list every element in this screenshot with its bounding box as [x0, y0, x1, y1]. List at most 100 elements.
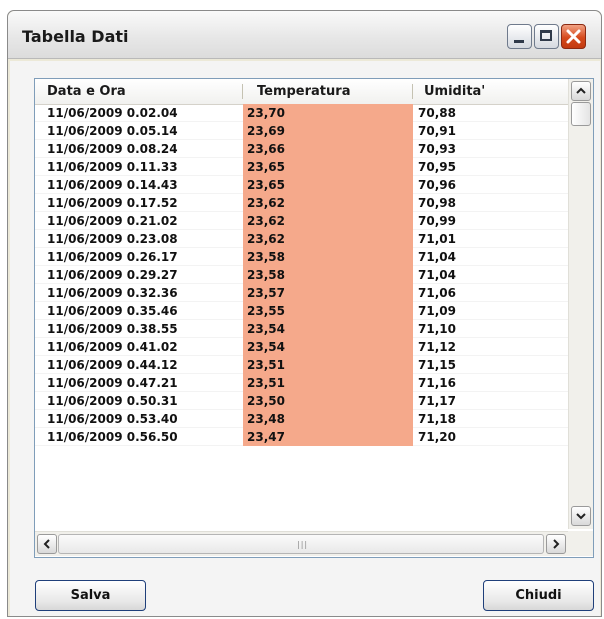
cell-data-ora: 11/06/2009 0.05.14 [47, 124, 178, 138]
cell-umidita: 71,10 [418, 322, 456, 336]
table-row[interactable]: 11/06/2009 0.41.02 23,54 71,12 [35, 338, 568, 356]
minimize-icon [514, 40, 524, 43]
cell-temperatura: 23,58 [243, 266, 413, 284]
cell-data-ora: 11/06/2009 0.50.31 [47, 394, 178, 408]
horizontal-scrollbar[interactable]: ||| [35, 531, 568, 556]
cell-data-ora: 11/06/2009 0.35.46 [47, 304, 178, 318]
table-body: 11/06/2009 0.02.04 23,70 70,88 11/06/2009 0… [35, 104, 568, 446]
cell-data-ora: 11/06/2009 0.14.43 [47, 178, 178, 192]
cell-temperatura: 23,48 [243, 410, 413, 428]
cell-data-ora: 11/06/2009 0.41.02 [47, 340, 178, 354]
table-row[interactable]: 11/06/2009 0.11.33 23,65 70,95 [35, 158, 568, 176]
table-row[interactable]: 11/06/2009 0.44.12 23,51 71,15 [35, 356, 568, 374]
cell-umidita: 71,06 [418, 286, 456, 300]
table-row[interactable]: 11/06/2009 0.32.36 23,57 71,06 [35, 284, 568, 302]
table-row[interactable]: 11/06/2009 0.21.02 23,62 70,99 [35, 212, 568, 230]
scroll-left-button[interactable] [37, 534, 57, 554]
cell-umidita: 71,01 [418, 232, 456, 246]
cell-temperatura: 23,62 [243, 194, 413, 212]
cell-data-ora: 11/06/2009 0.23.08 [47, 232, 178, 246]
cell-umidita: 71,20 [418, 430, 456, 444]
scrollbar-corner [568, 531, 593, 556]
table-row[interactable]: 11/06/2009 0.05.14 23,69 70,91 [35, 122, 568, 140]
grip-icon: ||| [297, 540, 309, 549]
chevron-right-icon [553, 539, 560, 549]
cell-data-ora: 11/06/2009 0.11.33 [47, 160, 178, 174]
cell-temperatura: 23,62 [243, 212, 413, 230]
minimize-button[interactable] [507, 24, 532, 49]
cell-temperatura: 23,55 [243, 302, 413, 320]
cell-temperatura: 23,54 [243, 338, 413, 356]
cell-temperatura: 23,58 [243, 248, 413, 266]
table-row[interactable]: 11/06/2009 0.35.46 23,55 71,09 [35, 302, 568, 320]
cell-umidita: 70,98 [418, 196, 456, 210]
cell-data-ora: 11/06/2009 0.53.40 [47, 412, 178, 426]
cell-data-ora: 11/06/2009 0.44.12 [47, 358, 178, 372]
cell-umidita: 70,91 [418, 124, 456, 138]
cell-temperatura: 23,51 [243, 356, 413, 374]
cell-temperatura: 23,47 [243, 428, 413, 446]
scroll-down-button[interactable] [571, 506, 591, 526]
chevron-up-icon [576, 87, 586, 94]
cell-umidita: 71,04 [418, 268, 456, 282]
cell-umidita: 70,96 [418, 178, 456, 192]
cell-temperatura: 23,65 [243, 158, 413, 176]
title-bar[interactable]: Tabella Dati [8, 11, 601, 59]
table-row[interactable]: 11/06/2009 0.26.17 23,58 71,04 [35, 248, 568, 266]
horizontal-scroll-thumb[interactable]: ||| [58, 534, 544, 554]
vertical-scroll-thumb[interactable] [571, 102, 591, 126]
cell-umidita: 71,17 [418, 394, 456, 408]
table-row[interactable]: 11/06/2009 0.47.21 23,51 71,16 [35, 374, 568, 392]
cell-data-ora: 11/06/2009 0.32.36 [47, 286, 178, 300]
data-table: Data e Ora Temperatura Umidita' 11/06/20… [34, 78, 594, 558]
maximize-icon [540, 30, 552, 41]
cell-temperatura: 23,50 [243, 392, 413, 410]
tabella-dati-window: Tabella Dati Data e Ora Temperatura Umid… [7, 10, 602, 617]
cell-umidita: 71,18 [418, 412, 456, 426]
column-header-data-ora[interactable]: Data e Ora [35, 79, 243, 104]
cell-data-ora: 11/06/2009 0.17.52 [47, 196, 178, 210]
close-window-button[interactable] [561, 24, 586, 49]
table-row[interactable]: 11/06/2009 0.23.08 23,62 71,01 [35, 230, 568, 248]
cell-umidita: 71,09 [418, 304, 456, 318]
vertical-scrollbar[interactable] [568, 79, 593, 529]
cell-data-ora: 11/06/2009 0.08.24 [47, 142, 178, 156]
close-button[interactable]: Chiudi [483, 580, 594, 611]
cell-data-ora: 11/06/2009 0.47.21 [47, 376, 178, 390]
cell-temperatura: 23,57 [243, 284, 413, 302]
cell-data-ora: 11/06/2009 0.21.02 [47, 214, 178, 228]
close-icon [566, 29, 581, 44]
cell-temperatura: 23,69 [243, 122, 413, 140]
cell-data-ora: 11/06/2009 0.02.04 [47, 106, 178, 120]
cell-temperatura: 23,66 [243, 140, 413, 158]
table-row[interactable]: 11/06/2009 0.50.31 23,50 71,17 [35, 392, 568, 410]
column-header-umidita[interactable]: Umidita' [413, 79, 568, 104]
cell-umidita: 71,15 [418, 358, 456, 372]
cell-umidita: 70,88 [418, 106, 456, 120]
table-row[interactable]: 11/06/2009 0.17.52 23,62 70,98 [35, 194, 568, 212]
window-title: Tabella Dati [22, 27, 129, 46]
cell-temperatura: 23,51 [243, 374, 413, 392]
cell-data-ora: 11/06/2009 0.38.55 [47, 322, 178, 336]
cell-umidita: 71,04 [418, 250, 456, 264]
scroll-up-button[interactable] [571, 81, 591, 101]
cell-temperatura: 23,65 [243, 176, 413, 194]
cell-umidita: 71,12 [418, 340, 456, 354]
chevron-left-icon [43, 539, 50, 549]
table-header: Data e Ora Temperatura Umidita' [35, 79, 568, 105]
table-row[interactable]: 11/06/2009 0.08.24 23,66 70,93 [35, 140, 568, 158]
scroll-right-button[interactable] [546, 534, 566, 554]
cell-temperatura: 23,54 [243, 320, 413, 338]
table-row[interactable]: 11/06/2009 0.56.50 23,47 71,20 [35, 428, 568, 446]
table-row[interactable]: 11/06/2009 0.14.43 23,65 70,96 [35, 176, 568, 194]
maximize-button[interactable] [534, 24, 559, 49]
save-button[interactable]: Salva [35, 580, 146, 611]
column-header-temperatura[interactable]: Temperatura [243, 79, 413, 104]
cell-data-ora: 11/06/2009 0.29.27 [47, 268, 178, 282]
window-content: Data e Ora Temperatura Umidita' 11/06/20… [10, 61, 600, 616]
cell-data-ora: 11/06/2009 0.26.17 [47, 250, 178, 264]
table-row[interactable]: 11/06/2009 0.53.40 23,48 71,18 [35, 410, 568, 428]
table-row[interactable]: 11/06/2009 0.02.04 23,70 70,88 [35, 104, 568, 122]
table-row[interactable]: 11/06/2009 0.38.55 23,54 71,10 [35, 320, 568, 338]
table-row[interactable]: 11/06/2009 0.29.27 23,58 71,04 [35, 266, 568, 284]
